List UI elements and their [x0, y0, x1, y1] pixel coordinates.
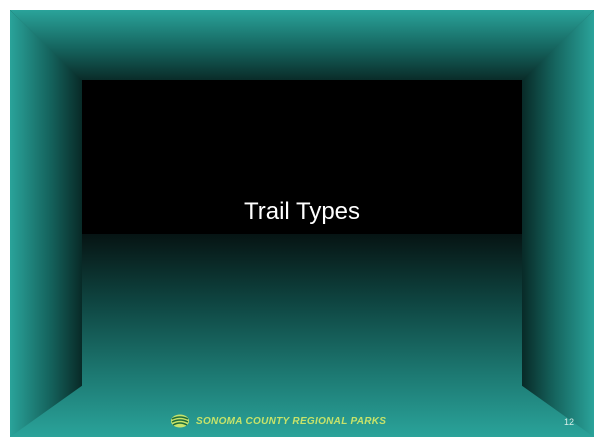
background-floor [10, 234, 594, 437]
slide-title: Trail Types [243, 198, 361, 225]
logo-text: SONOMA COUNTY REGIONAL PARKS [196, 415, 387, 427]
slide-footer: SONOMA COUNTY REGIONAL PARKS 12 [0, 410, 604, 434]
page-number: 12 [563, 417, 574, 427]
sonoma-parks-logo: SONOMA COUNTY REGIONAL PARKS [170, 413, 386, 429]
slide: Trail Types SONOMA COUNTY REGIONAL PARKS… [0, 0, 604, 446]
background-top-wall [10, 10, 594, 80]
sonoma-parks-leaf-icon [171, 414, 189, 428]
